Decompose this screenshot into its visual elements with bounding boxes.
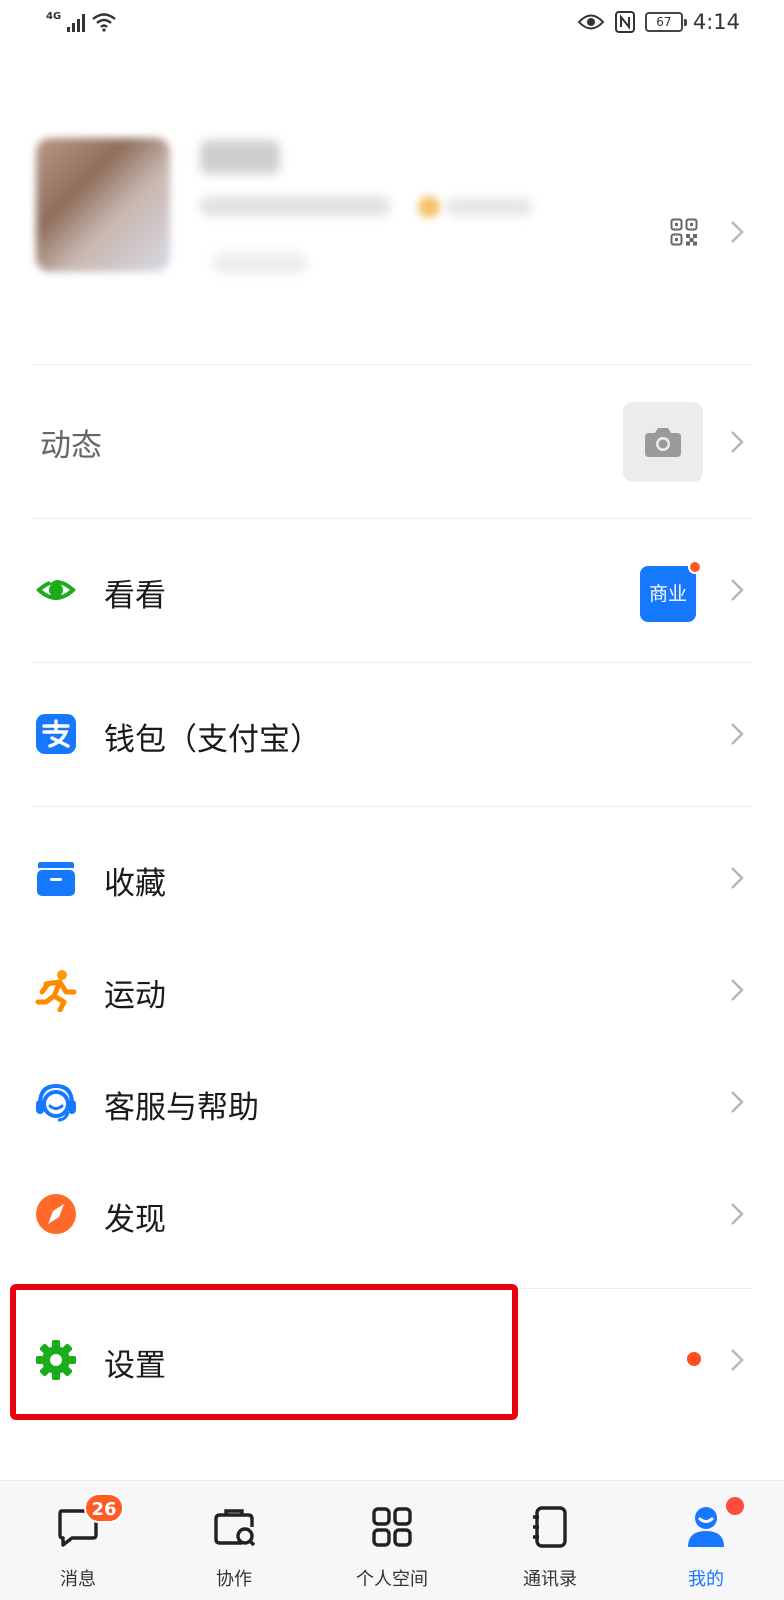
profile-name-blurred [200,140,280,174]
folder-icon [37,862,75,896]
qr-code-icon[interactable] [670,218,698,246]
chevron-right-icon [731,723,744,745]
avatar[interactable] [36,138,170,272]
network-type: 4G [46,11,62,22]
eye-comfort-icon [577,14,605,30]
briefcase-icon [214,1509,256,1547]
notification-dot [688,560,702,574]
tab-messages[interactable]: 26 消息 [18,1481,138,1600]
chevron-right-icon [731,979,744,1001]
wifi-icon [92,13,116,32]
tab-label: 个人空间 [356,1569,428,1590]
status-bar: 4G 67 4:14 [0,0,784,48]
menu-item-label: 收藏 [104,866,166,902]
status-right: 67 4:14 [577,10,740,34]
chevron-right-icon [731,867,744,889]
divider [32,806,752,807]
chevron-right-icon [731,1091,744,1113]
chevron-right-icon [731,1349,744,1371]
grid-icon [372,1507,412,1547]
profile-tag-blurred [212,252,308,274]
chevron-right-icon [731,221,744,243]
tab-collab[interactable]: 协作 [174,1481,294,1600]
menu-item-label: 发现 [104,1202,166,1238]
chevron-right-icon [731,1203,744,1225]
moments-label: 动态 [40,428,102,464]
tab-contacts[interactable]: 通讯录 [490,1481,610,1600]
tab-label: 协作 [216,1569,252,1590]
business-badge[interactable]: 商业 [640,566,696,622]
battery-icon: 67 [644,12,687,32]
signal-icon [67,14,86,32]
running-icon [35,970,77,1012]
bottom-tab-bar: 26 消息 协作 个人空间 通讯录 我的 [0,1480,784,1600]
status-left: 4G [46,11,117,32]
notification-dot [687,1352,701,1366]
eye-icon [36,576,76,600]
menu-item-label: 客服与帮助 [104,1090,259,1126]
tab-label: 消息 [60,1569,96,1590]
notification-dot [726,1497,744,1515]
menu-item-service[interactable]: 客服与帮助 [0,1044,784,1156]
menu-item-sport[interactable]: 运动 [0,932,784,1044]
tab-me[interactable]: 我的 [646,1481,766,1600]
chevron-right-icon [731,431,744,453]
profile-card[interactable] [0,120,784,340]
menu-item-label: 看看 [104,578,166,614]
compass-icon [36,1194,76,1234]
tab-label: 通讯录 [523,1569,577,1590]
menu-item-label: 钱包（支付宝） [104,722,321,758]
clock: 4:14 [692,10,740,34]
menu-item-discover[interactable]: 发现 [0,1156,784,1268]
menu-item-wallet[interactable]: 钱包（支付宝） [0,662,784,806]
profile-status-dot-blurred [418,196,440,218]
profile-status-blurred [446,198,532,216]
unread-badge: 26 [84,1493,124,1523]
profile-id-blurred [200,196,390,216]
person-icon [688,1507,724,1547]
tab-personal-space[interactable]: 个人空间 [332,1481,452,1600]
alipay-icon [36,714,76,754]
address-book-icon [533,1506,567,1548]
headset-icon [36,1083,76,1122]
camera-icon [645,428,681,457]
moments-thumbnail [623,402,703,482]
tab-label: 我的 [688,1569,724,1590]
nfc-icon [614,11,635,33]
menu-item-kankan[interactable]: 看看 商业 [0,518,784,662]
annotation-highlight-box [10,1284,518,1420]
moments-row[interactable]: 动态 [0,364,784,518]
menu-item-label: 运动 [104,978,166,1014]
menu-item-favorites[interactable]: 收藏 [0,820,784,932]
chevron-right-icon [731,579,744,601]
